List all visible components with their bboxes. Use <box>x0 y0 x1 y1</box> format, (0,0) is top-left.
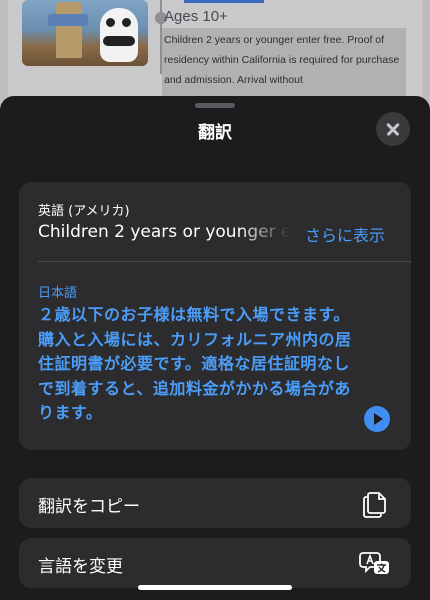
change-language-label: 言語を変更 <box>38 557 123 577</box>
translated-text: ２歳以下のお子様は無料で入場できます。購入と入場には、カリフォルニア州内の居住証… <box>38 305 352 422</box>
copy-translation-label: 翻訳をコピー <box>38 497 140 517</box>
thumbnail-panda <box>100 8 138 62</box>
change-language-button[interactable]: 言語を変更 <box>19 538 411 588</box>
source-text-fade <box>237 222 293 246</box>
title-underline <box>184 0 264 3</box>
source-language-label: 英語 (アメリカ) <box>38 204 130 219</box>
thumbnail-tower <box>56 2 82 58</box>
copy-icon <box>363 492 386 518</box>
selected-description[interactable]: Children 2 years or younger enter free. … <box>162 28 406 98</box>
translate-icon <box>359 552 389 574</box>
home-indicator[interactable] <box>138 585 292 590</box>
play-button[interactable] <box>364 406 390 432</box>
attraction-thumbnail <box>22 0 148 66</box>
translation-card: 英語 (アメリカ) Children 2 years or younger en… <box>19 182 411 450</box>
sheet-title: 翻訳 <box>198 123 232 143</box>
close-button[interactable] <box>376 112 410 146</box>
divider <box>38 261 411 262</box>
thumbnail-sign <box>48 14 88 26</box>
show-more-link[interactable]: さらに表示 <box>305 222 385 246</box>
age-label: Ages 10+ <box>164 8 228 25</box>
copy-translation-button[interactable]: 翻訳をコピー <box>19 478 411 528</box>
sheet-grabber[interactable] <box>195 103 235 108</box>
translate-sheet: 翻訳 英語 (アメリカ) Children 2 years or younger… <box>0 96 430 600</box>
target-language-label: 日本語 <box>38 286 78 301</box>
